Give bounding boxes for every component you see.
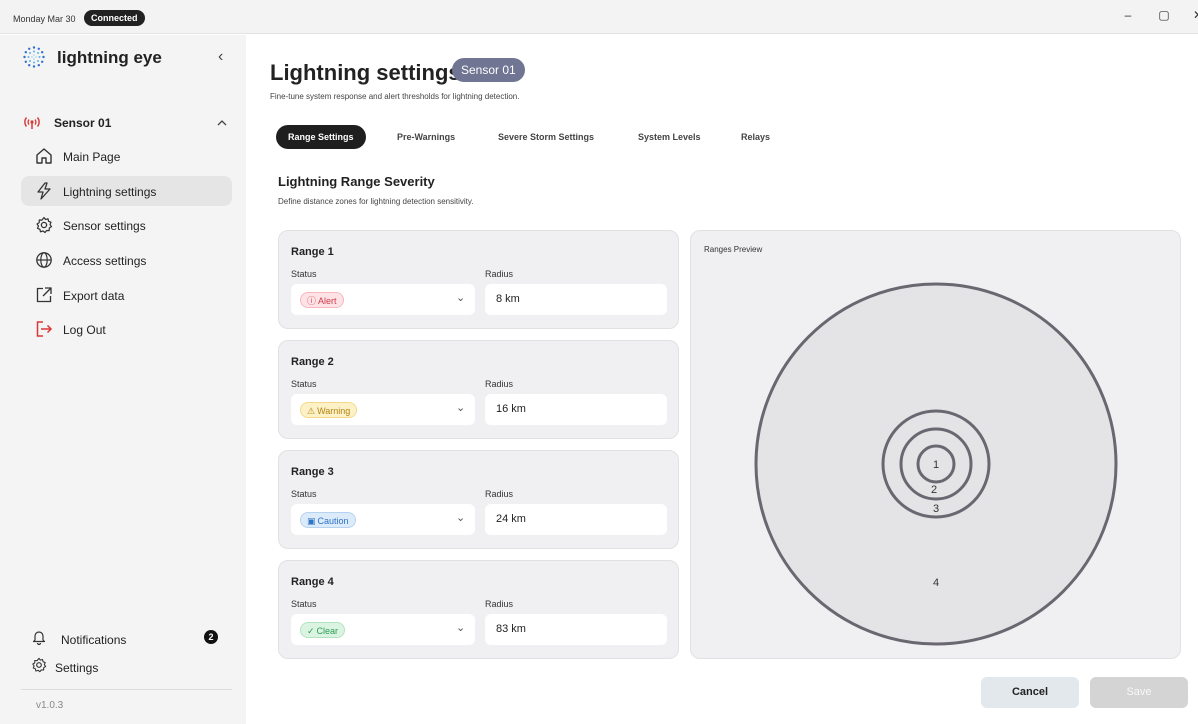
status-label: Status <box>291 599 317 609</box>
status-badge: ✓ Clear <box>300 622 346 638</box>
minimize-button[interactable]: – <box>1118 8 1138 22</box>
globe-icon <box>36 252 52 268</box>
version-label: v1.0.3 <box>36 700 64 711</box>
notifications-label: Notifications <box>61 633 127 647</box>
logout-icon <box>36 321 53 337</box>
status-select[interactable]: ✓ Clear ⌄ <box>291 614 475 645</box>
status-badge: ▣ Caution <box>300 512 356 528</box>
ring-label-2: 2 <box>931 484 937 496</box>
lightning-icon <box>37 182 51 200</box>
warning-icon: ⚠ <box>307 406 316 416</box>
tab-pre-warnings[interactable]: Pre-Warnings <box>397 125 455 149</box>
notifications-count-badge: 2 <box>204 630 218 644</box>
bell-icon <box>32 631 46 645</box>
range-card: Range 2 Status Radius ⚠ Warning ⌄ 16 km <box>278 340 679 439</box>
collapse-sidebar-button[interactable]: ‹ <box>218 48 223 66</box>
sidebar-item-label: Sensor settings <box>63 219 146 233</box>
range-card: Range 1 Status Radius ⓘ Alert ⌄ 8 km <box>278 230 679 329</box>
status-badge: ⓘ Alert <box>300 292 344 308</box>
sidebar-item-label: Lightning settings <box>63 185 157 199</box>
sidebar-item-label: Main Page <box>63 150 121 164</box>
range-card: Range 3 Status Radius ▣ Caution ⌄ 24 km <box>278 450 679 549</box>
section-subtitle: Define distance zones for lightning dete… <box>278 197 474 206</box>
chevron-down-icon: ⌄ <box>456 512 466 524</box>
save-button[interactable]: Save <box>1090 677 1188 708</box>
radius-field[interactable]: 24 km <box>485 504 667 535</box>
status-select[interactable]: ▣ Caution ⌄ <box>291 504 475 535</box>
status-select[interactable]: ⓘ Alert ⌄ <box>291 284 475 315</box>
range-title: Range 1 <box>291 246 334 258</box>
radius-label: Radius <box>485 269 514 279</box>
sidebar-item-sensor-settings[interactable]: Sensor settings <box>21 210 232 240</box>
date-label: Monday Mar 30 <box>13 14 76 24</box>
chevron-down-icon: ⌄ <box>456 622 466 634</box>
sensor-badge: Sensor 01 <box>452 58 525 82</box>
ring-label-4: 4 <box>933 577 939 589</box>
sidebar-item-main-page[interactable]: Main Page <box>21 141 232 171</box>
status-label: Status <box>291 269 317 279</box>
chevron-up-icon <box>217 120 227 126</box>
external-link-icon <box>36 287 52 303</box>
cancel-button[interactable]: Cancel <box>981 677 1079 708</box>
maximize-button[interactable]: ▢ <box>1154 8 1174 22</box>
sensor-label: Sensor 01 <box>54 116 112 130</box>
ring-label-1: 1 <box>933 459 939 471</box>
status-badge: ⚠ Warning <box>300 402 358 418</box>
caution-icon: ▣ <box>307 516 316 526</box>
sidebar-item-export-data[interactable]: Export data <box>21 280 232 310</box>
settings-label: Settings <box>55 661 99 675</box>
antenna-icon <box>24 117 40 129</box>
range-title: Range 3 <box>291 466 334 478</box>
range-card: Range 4 Status Radius ✓ Clear ⌄ 83 km <box>278 560 679 659</box>
logo-icon <box>23 46 45 68</box>
sidebar-item-label: Access settings <box>63 254 147 268</box>
alert-icon: ⓘ <box>307 296 317 306</box>
ring-label-3: 3 <box>933 503 939 515</box>
title-bar: Monday Mar 30 Connected – ▢ ✕ <box>0 0 1198 34</box>
sidebar-item-lightning-settings[interactable]: Lightning settings <box>21 176 232 206</box>
gear-icon <box>36 216 53 234</box>
radius-field[interactable]: 83 km <box>485 614 667 645</box>
radius-label: Radius <box>485 599 514 609</box>
radius-label: Radius <box>485 489 514 499</box>
sidebar-item-access-settings[interactable]: Access settings <box>21 245 232 275</box>
range-title: Range 2 <box>291 356 334 368</box>
sidebar-item-label: Export data <box>63 289 125 303</box>
home-icon <box>36 148 52 164</box>
sidebar: lightning eye ‹ Sensor 01 Main Page Ligh… <box>0 35 246 724</box>
ranges-preview: Ranges Preview 1 2 3 4 <box>690 230 1181 659</box>
section-title: Lightning Range Severity <box>278 174 435 189</box>
tab-range-settings[interactable]: Range Settings <box>276 125 366 149</box>
tab-system-levels[interactable]: System Levels <box>638 125 701 149</box>
check-circle-icon: ✓ <box>307 626 315 636</box>
radius-label: Radius <box>485 379 514 389</box>
chevron-down-icon: ⌄ <box>456 402 466 414</box>
page-title: Lightning settings <box>270 60 461 85</box>
sensor-selector[interactable]: Sensor 01 <box>24 113 234 135</box>
ranges-diagram: 1 2 3 4 <box>754 282 1118 646</box>
settings-button[interactable]: Settings <box>21 653 232 679</box>
radius-field[interactable]: 8 km <box>485 284 667 315</box>
sidebar-item-label: Log Out <box>63 323 106 337</box>
notifications-button[interactable]: Notifications 2 <box>21 625 232 651</box>
status-label: Status <box>291 489 317 499</box>
sidebar-item-log-out[interactable]: Log Out <box>21 314 232 344</box>
range-title: Range 4 <box>291 576 334 588</box>
close-button[interactable]: ✕ <box>1188 8 1198 22</box>
connection-status-badge: Connected <box>84 10 145 26</box>
status-select[interactable]: ⚠ Warning ⌄ <box>291 394 475 425</box>
tab-relays[interactable]: Relays <box>741 125 770 149</box>
radius-field[interactable]: 16 km <box>485 394 667 425</box>
sidebar-divider <box>21 689 232 690</box>
gear-icon <box>32 657 47 673</box>
status-label: Status <box>291 379 317 389</box>
brand-name: lightning eye <box>57 48 162 67</box>
chevron-down-icon: ⌄ <box>456 292 466 304</box>
tab-severe-storm-settings[interactable]: Severe Storm Settings <box>498 125 594 149</box>
page-subtitle: Fine-tune system response and alert thre… <box>270 92 520 101</box>
